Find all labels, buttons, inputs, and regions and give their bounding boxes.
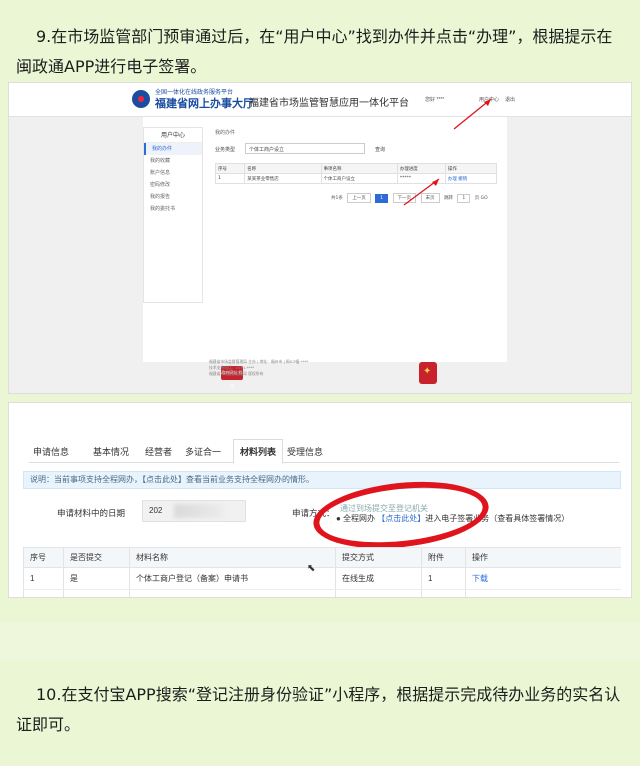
col-header: 材料名称 bbox=[129, 547, 336, 568]
table-header-row: 序号 是否提交 材料名称 提交方式 附件 操作 bbox=[23, 547, 621, 568]
cell-method: 在线生成 bbox=[335, 567, 422, 590]
col-header: 操作 bbox=[465, 547, 621, 568]
tab-operator[interactable]: 经营者 bbox=[145, 445, 172, 458]
section-divider bbox=[0, 622, 640, 660]
cell-submitted: 是 bbox=[63, 567, 130, 590]
col-header: 是否提交 bbox=[63, 547, 130, 568]
mouse-cursor-icon: ⬉ bbox=[307, 563, 316, 574]
download-link[interactable]: 下载 bbox=[465, 567, 621, 590]
cell-material-name: 个体工商户登记（备案）申请书 bbox=[129, 567, 336, 590]
col-header: 提交方式 bbox=[335, 547, 422, 568]
screenshot-user-center: 全国一体化在线政务服务平台 福建省网上办事大厅 福建省市场监管智慧应用一体化平台… bbox=[8, 82, 632, 394]
arrow-to-user-center bbox=[453, 98, 492, 130]
arrowhead-icon bbox=[432, 179, 439, 186]
materials-table: 序号 是否提交 材料名称 提交方式 附件 操作 1 是 个体工商户登记（备案）申… bbox=[23, 547, 621, 597]
table-row bbox=[23, 589, 621, 597]
annotation-arrows bbox=[403, 98, 492, 206]
detail-tabs: 申请信息 基本情况 经营者 多证合一 材料列表 受理信息 bbox=[29, 439, 619, 464]
step-9-instruction: 9.在市场监管部门预审通过后，在“用户中心”找到办件并点击“办理”，根据提示在闽… bbox=[16, 27, 613, 76]
col-header: 附件 bbox=[421, 547, 466, 568]
tab-multi-license[interactable]: 多证合一 bbox=[185, 445, 221, 458]
arrowhead-icon bbox=[484, 99, 491, 106]
cell-no: 1 bbox=[23, 567, 64, 590]
tab-application-info[interactable]: 申请信息 bbox=[33, 445, 69, 458]
tab-materials[interactable]: 材料列表 bbox=[233, 439, 284, 464]
step-10-instruction: 10.在支付宝APP搜索“登记注册身份验证”小程序，根据提示完成待办业务的实名认… bbox=[16, 685, 621, 734]
redacted-date bbox=[174, 504, 224, 518]
date-label: 申请材料中的日期 bbox=[57, 508, 126, 518]
online-processing-note: 说明：当前事项支持全程网办，【点击此处】查看当前业务支持全程网办的情形。 bbox=[23, 471, 621, 489]
col-header: 序号 bbox=[23, 547, 64, 568]
tab-acceptance-info[interactable]: 受理信息 bbox=[287, 445, 323, 458]
table-row: 1 是 个体工商户登记（备案）申请书 在线生成 1 下载 bbox=[23, 567, 621, 590]
tab-basic-info[interactable]: 基本情况 bbox=[93, 445, 129, 458]
cell-attachments: 1 bbox=[421, 567, 466, 590]
screenshot-materials-list: 申请信息 基本情况 经营者 多证合一 材料列表 受理信息 说明：当前事项支持全程… bbox=[8, 402, 632, 598]
